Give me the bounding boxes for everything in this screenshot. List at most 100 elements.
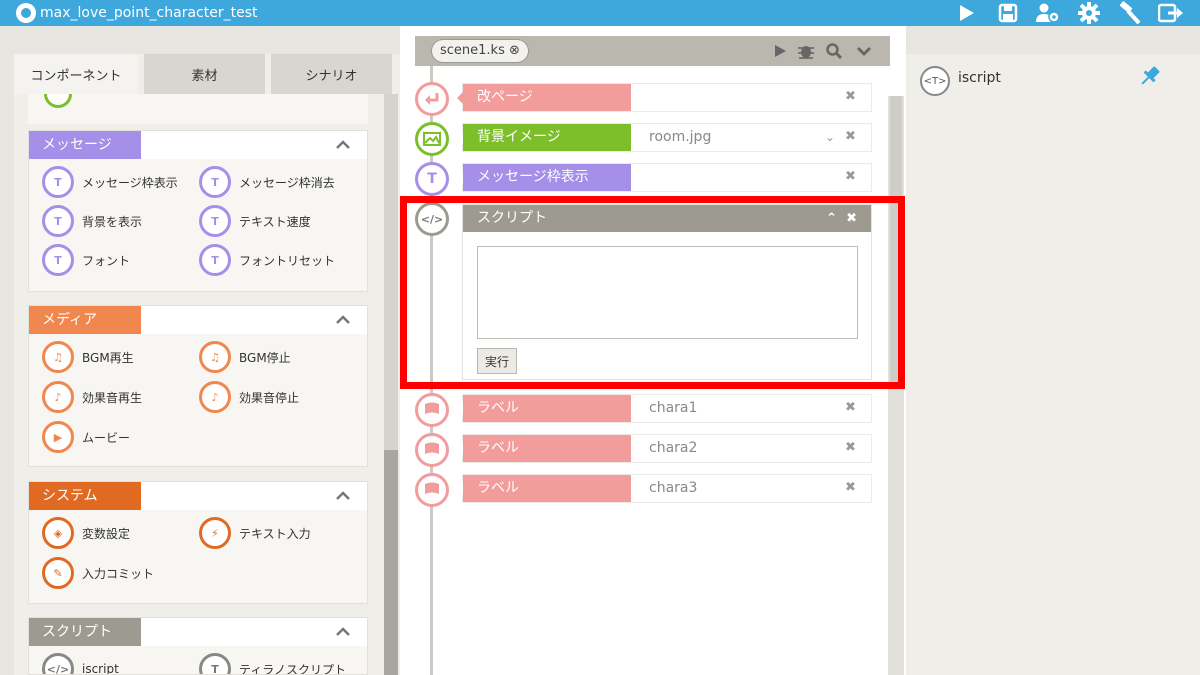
item-label: 変数設定 <box>82 526 131 541</box>
input-commit-icon: ✎ <box>42 557 74 589</box>
scrollbar-thumb[interactable] <box>384 450 398 675</box>
close-icon[interactable]: ⊗ <box>509 43 520 58</box>
component-tyrano-script[interactable]: T ティラノスクリプト <box>199 652 347 675</box>
group-header[interactable]: システム <box>29 482 367 510</box>
group-message: メッセージ T メッセージ枠表示 T メッセージ枠消去 T 背景を表示 T テキスト速度… <box>28 130 368 292</box>
row-page-break[interactable]: 改ページ ✖ <box>457 83 872 112</box>
chevron-down-icon[interactable]: ⌄ <box>825 130 835 144</box>
highlight-frame <box>400 196 905 389</box>
tag-icon: T <box>199 653 231 674</box>
item-label: 背景を表示 <box>82 214 143 229</box>
component-font-reset[interactable]: T フォントリセット <box>199 243 335 277</box>
component-text-input[interactable]: ⚡ テキスト入力 <box>199 516 311 550</box>
background-image-icon <box>415 122 449 156</box>
item-label: 入力コミット <box>82 566 155 581</box>
users-gear-icon[interactable] <box>1033 0 1063 26</box>
chevron-down-icon[interactable] <box>853 40 875 62</box>
movie-icon: ▶ <box>42 421 74 453</box>
play-icon[interactable] <box>951 0 981 26</box>
variable-icon: ◈ <box>42 517 74 549</box>
collapse-icon[interactable] <box>335 138 351 150</box>
collapse-icon[interactable] <box>335 625 351 637</box>
row-value: chara2 <box>649 440 698 456</box>
scrolled-group-remnant <box>28 94 368 124</box>
debug-bug-icon[interactable] <box>795 40 817 62</box>
component-input-commit[interactable]: ✎ 入力コミット <box>42 556 154 590</box>
bgm-play-icon: ♫ <box>42 341 74 373</box>
component-panel: コンポーネント 素材 シナリオ メッセージ T メッセージ枠表示 T メッセージ枠消… <box>14 54 400 675</box>
row-tag: 改ページ <box>457 84 631 111</box>
item-label: ティラノスクリプト <box>239 662 347 675</box>
row-tag: ラベル <box>457 395 631 422</box>
item-label: フォントリセット <box>239 253 336 268</box>
delete-icon[interactable]: ✖ <box>845 401 857 414</box>
component-message-show[interactable]: T メッセージ枠表示 <box>42 165 178 199</box>
group-header[interactable]: スクリプト <box>29 618 367 646</box>
collapse-icon[interactable] <box>335 489 351 501</box>
text-speed-icon: T <box>199 205 231 237</box>
tab-scenario[interactable]: シナリオ <box>271 54 392 94</box>
item-label: BGM再生 <box>82 350 134 365</box>
font-reset-icon: T <box>199 244 231 276</box>
delete-icon[interactable]: ✖ <box>845 90 857 103</box>
save-icon[interactable] <box>993 0 1023 26</box>
group-header[interactable]: メッセージ <box>29 131 367 159</box>
item-label: テキスト入力 <box>239 526 311 541</box>
tab-materials[interactable]: 素材 <box>144 54 265 94</box>
tag-detail-panel: <T> iscript <box>906 54 1200 675</box>
component-message-hide[interactable]: T メッセージ枠消去 <box>199 165 335 199</box>
app-logo-icon <box>16 3 36 23</box>
se-play-icon: ♪ <box>42 381 74 413</box>
item-label: メッセージ枠表示 <box>82 175 178 190</box>
export-icon[interactable] <box>1156 0 1186 26</box>
row-value: chara1 <box>649 400 698 416</box>
row-label[interactable]: ラベル chara2 ✖ <box>457 434 872 463</box>
component-bgm-stop[interactable]: ♫ BGM停止 <box>199 340 291 374</box>
pin-icon[interactable] <box>1138 64 1162 88</box>
code-icon: </> <box>42 653 74 674</box>
build-icon[interactable] <box>1115 0 1145 26</box>
component-se-play[interactable]: ♪ 効果音再生 <box>42 380 142 414</box>
collapse-icon[interactable] <box>335 313 351 325</box>
component-iscript[interactable]: </> iscript <box>42 652 119 674</box>
message-hide-icon: T <box>199 166 231 198</box>
component-variable[interactable]: ◈ 変数設定 <box>42 516 130 550</box>
row-value: chara3 <box>649 480 698 496</box>
tab-components[interactable]: コンポーネント <box>14 54 138 94</box>
delete-icon[interactable]: ✖ <box>845 441 857 454</box>
show-bg-icon: T <box>42 205 74 237</box>
group-header[interactable]: メディア <box>29 306 367 334</box>
row-message-show[interactable]: メッセージ枠表示 ✖ <box>457 163 872 192</box>
delete-icon[interactable]: ✖ <box>845 170 857 183</box>
component-bgm-play[interactable]: ♫ BGM再生 <box>42 340 134 374</box>
scene-tab[interactable]: scene1.ks ⊗ <box>431 39 529 63</box>
component-text-speed[interactable]: T テキスト速度 <box>199 204 311 238</box>
item-label: 効果音停止 <box>239 390 300 405</box>
label-flag-icon <box>415 433 449 467</box>
delete-icon[interactable]: ✖ <box>845 481 857 494</box>
component-se-stop[interactable]: ♪ 効果音停止 <box>199 380 299 414</box>
message-show-icon: T <box>415 162 449 196</box>
item-label: テキスト速度 <box>239 214 311 229</box>
search-icon[interactable] <box>823 40 845 62</box>
left-scrollbar[interactable] <box>384 94 398 675</box>
component-font[interactable]: T フォント <box>42 243 130 277</box>
row-label[interactable]: ラベル chara3 ✖ <box>457 474 872 503</box>
window-title: max_love_point_character_test <box>40 5 258 21</box>
row-tag: ラベル <box>457 435 631 462</box>
row-background-image[interactable]: 背景イメージ room.jpg ⌄ ✖ <box>457 123 872 152</box>
component-movie[interactable]: ▶ ムービー <box>42 420 130 454</box>
label-flag-icon <box>415 393 449 427</box>
editor-toolbar: scene1.ks ⊗ <box>415 36 890 66</box>
message-show-icon: T <box>42 166 74 198</box>
delete-icon[interactable]: ✖ <box>845 130 857 143</box>
component-show-bg[interactable]: T 背景を表示 <box>42 204 142 238</box>
row-value: room.jpg <box>649 129 712 145</box>
row-label[interactable]: ラベル chara1 ✖ <box>457 394 872 423</box>
play-icon[interactable] <box>769 40 791 62</box>
font-icon: T <box>42 244 74 276</box>
settings-icon[interactable] <box>1074 0 1104 26</box>
text-input-icon: ⚡ <box>199 517 231 549</box>
label-flag-icon <box>415 473 449 507</box>
item-label: ムービー <box>82 430 131 445</box>
